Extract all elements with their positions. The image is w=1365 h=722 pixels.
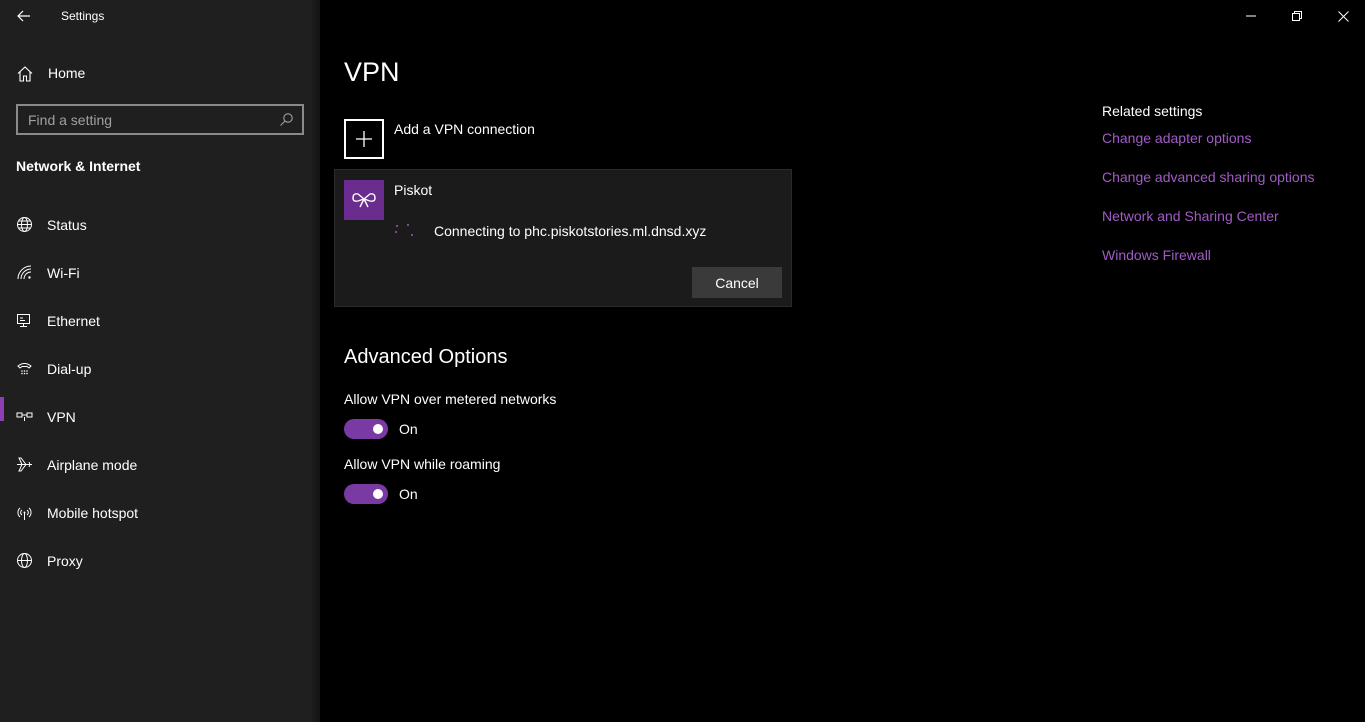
sidebar-item-airplane-mode[interactable]: Airplane mode — [0, 440, 320, 488]
change-advanced-sharing-options-link[interactable]: Change advanced sharing options — [1102, 169, 1315, 185]
sidebar-item-mobile-hotspot[interactable]: Mobile hotspot — [0, 488, 320, 536]
sidebar-item-wifi[interactable]: Wi-Fi — [0, 248, 320, 296]
sidebar-item-dialup[interactable]: Dial-up — [0, 344, 320, 392]
metered-networks-label: Allow VPN over metered networks — [344, 391, 557, 407]
dialup-icon — [16, 360, 33, 377]
minimize-icon — [1246, 15, 1256, 17]
sidebar-item-label: Home — [48, 65, 86, 81]
restore-icon — [1292, 11, 1302, 21]
cancel-button[interactable]: Cancel — [692, 267, 782, 298]
sidebar-item-proxy[interactable]: Proxy — [0, 536, 320, 584]
back-button[interactable] — [12, 4, 36, 28]
sidebar: Settings Home Network & Internet — [0, 0, 320, 722]
roaming-toggle[interactable] — [344, 484, 388, 504]
globe-status-icon — [16, 216, 33, 233]
sidebar-item-label: Proxy — [47, 553, 83, 569]
vpn-logo-icon — [344, 180, 384, 220]
sidebar-item-label: Ethernet — [47, 313, 100, 329]
advanced-options-title: Advanced Options — [344, 346, 508, 368]
sidebar-item-home[interactable]: Home — [0, 58, 320, 88]
related-settings-title: Related settings — [1102, 103, 1203, 119]
sidebar-item-label: Dial-up — [47, 361, 92, 377]
app-title: Settings — [61, 9, 105, 23]
sidebar-item-label: VPN — [47, 409, 76, 425]
metered-networks-toggle[interactable] — [344, 419, 388, 439]
vpn-connection-card[interactable]: Piskot Connecting to phc.piskotstories.m… — [334, 169, 792, 307]
add-vpn-connection-button[interactable]: Add a VPN connection — [344, 119, 535, 159]
change-adapter-options-link[interactable]: Change adapter options — [1102, 130, 1251, 146]
sidebar-item-status[interactable]: Status — [0, 200, 320, 248]
add-vpn-label: Add a VPN connection — [394, 121, 535, 137]
wifi-icon — [16, 264, 33, 281]
section-title: Network & Internet — [16, 158, 141, 174]
search-box — [16, 104, 304, 135]
minimize-button[interactable] — [1228, 0, 1274, 32]
roaming-label: Allow VPN while roaming — [344, 456, 501, 472]
toggle-knob — [373, 424, 383, 434]
back-arrow-icon — [17, 10, 30, 22]
sidebar-nav: Status Wi-Fi Ethernet Dial-up VPN Airpla… — [0, 200, 320, 584]
vpn-icon — [16, 408, 33, 425]
vpn-connection-status: Connecting to phc.piskotstories.ml.dnsd.… — [434, 223, 707, 239]
metered-networks-state: On — [399, 421, 418, 437]
sidebar-item-label: Mobile hotspot — [47, 505, 139, 521]
roaming-state: On — [399, 486, 418, 502]
toggle-knob — [373, 489, 383, 499]
loading-spinner-icon — [393, 221, 415, 239]
page-title: VPN — [344, 57, 400, 87]
sidebar-item-label: Status — [47, 217, 87, 233]
sidebar-item-label: Airplane mode — [47, 457, 138, 473]
network-sharing-center-link[interactable]: Network and Sharing Center — [1102, 208, 1279, 224]
plus-icon — [344, 119, 384, 159]
windows-firewall-link[interactable]: Windows Firewall — [1102, 247, 1211, 263]
restore-button[interactable] — [1274, 0, 1320, 32]
search-icon[interactable] — [278, 112, 294, 128]
sidebar-item-label: Wi-Fi — [47, 265, 80, 281]
home-icon — [16, 65, 34, 83]
sidebar-item-vpn[interactable]: VPN — [0, 392, 320, 440]
vpn-connection-name: Piskot — [394, 182, 433, 198]
airplane-icon — [16, 456, 33, 473]
settings-window: Settings Home Network & Internet — [0, 0, 1365, 722]
hotspot-icon — [16, 504, 33, 521]
globe-icon — [16, 552, 33, 569]
search-input[interactable] — [18, 106, 278, 133]
sidebar-item-ethernet[interactable]: Ethernet — [0, 296, 320, 344]
close-button[interactable] — [1320, 0, 1365, 32]
close-icon — [1337, 10, 1349, 22]
ethernet-icon — [16, 312, 33, 329]
